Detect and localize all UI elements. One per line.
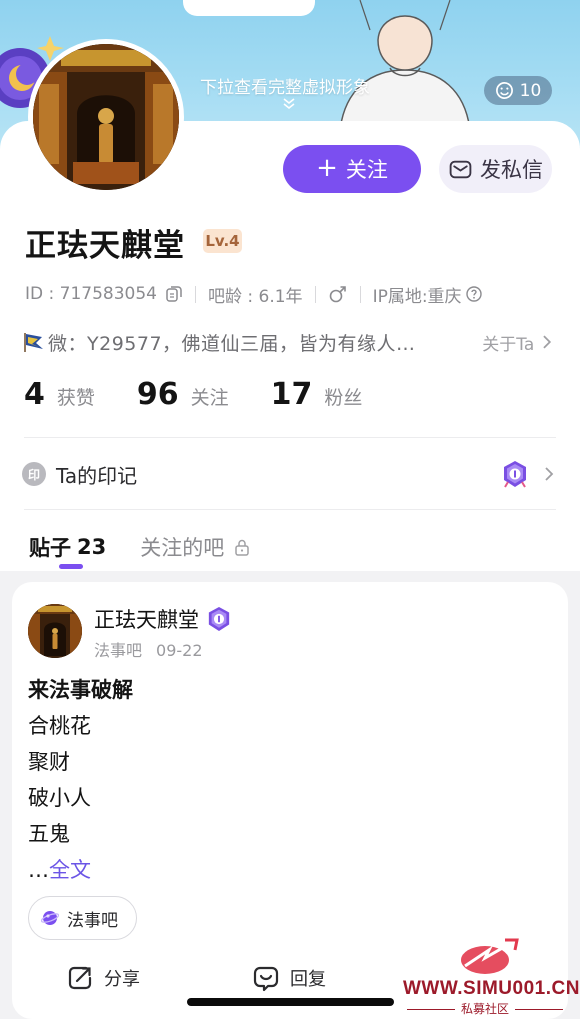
post-forum[interactable]: 法事吧: [94, 641, 142, 660]
share-button[interactable]: 分享: [66, 964, 140, 992]
tab-posts-count: 23: [77, 535, 107, 559]
message-button[interactable]: 发私信: [439, 145, 552, 193]
full-text-link[interactable]: 全文: [49, 858, 91, 882]
envelope-icon: [449, 160, 472, 178]
divider: [24, 509, 556, 510]
username: 正珐天麒堂: [25, 228, 185, 264]
watermark-url: WWW.SIMU001.CN: [403, 978, 580, 999]
bio-text: 微：Y29577，佛道仙三届，皆为有缘人…: [48, 332, 416, 355]
stat-label: 关注: [190, 387, 229, 409]
lock-icon: [235, 539, 249, 556]
reply-button[interactable]: 回复: [252, 964, 326, 992]
copy-icon[interactable]: [165, 285, 183, 303]
reply-bubble-icon: [253, 966, 279, 992]
reply-label: 回复: [290, 969, 326, 990]
tab-posts-label: 贴子: [29, 536, 71, 560]
meta-row: ID : 717583054 吧龄 : 6.1年 IP属地:重庆: [25, 281, 483, 307]
ip-location: IP属地:重庆: [372, 286, 462, 307]
chevron-right-icon: [543, 335, 552, 349]
profile-card: + 关注 发私信 正珐天麒堂 Lv.4 ID : 717583054 吧龄 : …: [0, 39, 580, 571]
seal-icon: 印: [22, 462, 46, 486]
post-author-name: 正珐天麒堂: [94, 608, 199, 632]
post-author[interactable]: 正珐天麒堂: [94, 604, 231, 634]
home-indicator[interactable]: [187, 998, 394, 1006]
post-meta: 法事吧 09-22: [94, 637, 203, 661]
watermark-logo-icon: [461, 938, 519, 974]
double-chevron-down-icon: [283, 98, 295, 110]
post-date: 09-22: [156, 641, 203, 660]
share-label: 分享: [104, 969, 140, 990]
stat-label: 粉丝: [324, 387, 363, 409]
post-line: 五鬼: [28, 822, 70, 846]
watermark-subtitle: 私募社区: [395, 1000, 575, 1017]
share-icon: [68, 966, 92, 990]
temple-avatar-image: [28, 604, 82, 658]
smile-icon: [495, 82, 513, 99]
plus-icon: +: [316, 153, 338, 183]
tab-bar: 贴子 23 关注的吧: [29, 531, 250, 563]
imprint-label: Ta的印记: [56, 463, 138, 488]
stat-likes[interactable]: 4 获赞: [24, 377, 95, 412]
follow-label: 关注: [345, 158, 388, 182]
chevron-right-icon: [545, 467, 554, 481]
bar-age: 吧龄 : 6.1年: [207, 286, 303, 307]
level-badge[interactable]: Lv.4: [203, 229, 242, 253]
stat-fans[interactable]: 17 粉丝: [271, 377, 363, 412]
divider: [194, 285, 196, 303]
medal-icon: [208, 607, 230, 631]
active-tab-indicator: [59, 564, 83, 569]
tab-followed-bars-label: 关注的吧: [140, 536, 225, 560]
divider: [314, 285, 316, 303]
about-link[interactable]: 关于Ta: [482, 330, 534, 355]
male-icon: [329, 286, 346, 303]
forum-tag-label: 法事吧: [67, 910, 118, 931]
post-more: …全文: [28, 852, 91, 888]
tab-posts[interactable]: 贴子 23: [29, 532, 106, 562]
post-line: 聚财: [28, 750, 70, 774]
pull-down-hint: 下拉查看完整虚拟形象: [200, 78, 370, 98]
stat-value: 17: [270, 377, 313, 412]
stats-row: 4 获赞 96 关注 17 粉丝: [24, 377, 404, 417]
divider: [24, 437, 556, 438]
post-body: 合桃花 聚财 破小人 五鬼 …全文: [28, 708, 91, 888]
stat-value: 96: [136, 377, 179, 412]
post-line: 合桃花: [28, 714, 91, 738]
bio-row[interactable]: 微：Y29577，佛道仙三届，皆为有缘人… 关于Ta: [22, 327, 554, 357]
divider: [359, 285, 361, 303]
visitor-count-badge[interactable]: 10: [484, 76, 552, 105]
post-line: 破小人: [28, 786, 91, 810]
stat-value: 4: [24, 377, 45, 412]
virtual-avatar-figure[interactable]: [300, 0, 510, 130]
stat-following[interactable]: 96 关注: [137, 377, 229, 412]
imprint-row[interactable]: 印 Ta的印记: [22, 455, 556, 493]
planet-icon: [41, 911, 59, 925]
message-label: 发私信: [480, 158, 543, 182]
help-icon[interactable]: [465, 285, 483, 303]
post-title: 来法事破解: [28, 678, 133, 702]
forum-tag[interactable]: 法事吧: [28, 896, 137, 940]
follow-button[interactable]: + 关注: [283, 145, 421, 193]
ellipsis: …: [28, 858, 49, 882]
avatar[interactable]: [28, 39, 184, 195]
tab-followed-bars[interactable]: 关注的吧: [140, 532, 250, 562]
medal-icon: [504, 461, 526, 488]
top-pill: [183, 0, 315, 16]
watermark: WWW.SIMU001.CN 私募社区: [395, 936, 580, 1019]
flag-emoji-icon: [24, 333, 43, 352]
temple-avatar-image: [33, 44, 179, 190]
user-id: ID : 717583054: [25, 284, 157, 304]
stat-label: 获赞: [56, 387, 95, 409]
post-author-avatar[interactable]: [28, 604, 82, 658]
visitor-count: 10: [519, 80, 542, 101]
